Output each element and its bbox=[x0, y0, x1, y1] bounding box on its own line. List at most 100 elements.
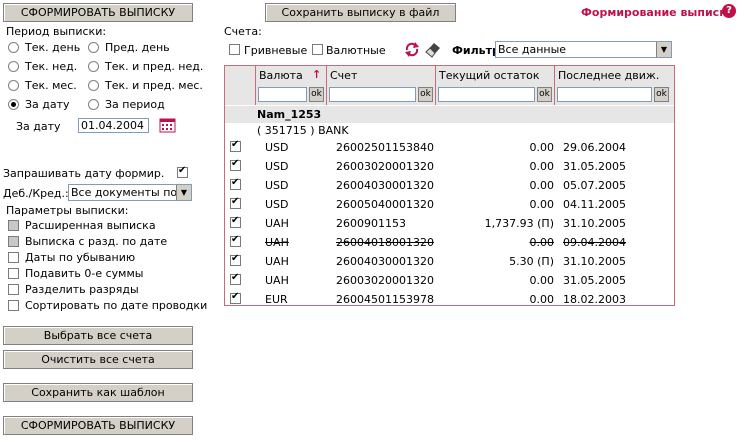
period-option-label: Пред. день bbox=[105, 41, 170, 54]
group-header: Nam_1253 bbox=[225, 106, 674, 123]
period-option-label: Тек. день bbox=[25, 41, 81, 54]
row-checkbox[interactable] bbox=[230, 196, 241, 209]
last-move-filter-ok[interactable]: ok bbox=[654, 87, 669, 102]
table-row[interactable]: UAH 26004018001320 0.00 09.04.2004 bbox=[225, 233, 674, 252]
param-label: Сортировать по дате проводки bbox=[25, 299, 208, 312]
chevron-down-icon: ▼ bbox=[176, 185, 191, 200]
param-checkbox-3[interactable] bbox=[8, 268, 19, 279]
row-account: 26003020001320 bbox=[336, 160, 434, 173]
period-radio-0[interactable] bbox=[8, 42, 19, 53]
row-balance: 0.00 bbox=[529, 160, 555, 173]
row-currency: UAH bbox=[265, 274, 289, 287]
row-currency: UAH bbox=[265, 255, 289, 268]
row-account: 26003020001320 bbox=[336, 274, 434, 287]
row-checkbox[interactable] bbox=[230, 215, 241, 228]
row-balance: 0.00 bbox=[529, 179, 555, 192]
param-checkbox-5[interactable] bbox=[8, 300, 19, 311]
account-filter-ok[interactable]: ok bbox=[418, 87, 433, 102]
debcred-select[interactable]: Все документы по сч ▼ bbox=[68, 184, 192, 201]
row-account: 26002501153840 bbox=[336, 141, 434, 154]
table-row[interactable]: EUR 26004501153978 0.00 18.02.2003 bbox=[225, 290, 674, 309]
period-radio-5[interactable] bbox=[88, 80, 99, 91]
period-radio-1[interactable] bbox=[88, 42, 99, 53]
balance-column-header[interactable]: Текущий остаток ok bbox=[436, 66, 555, 105]
row-checkbox[interactable] bbox=[230, 253, 241, 266]
row-date: 29.06.2004 bbox=[563, 141, 626, 154]
hryvnia-checkbox[interactable] bbox=[229, 44, 240, 55]
page-title: Формирование выписки bbox=[581, 6, 735, 19]
row-currency: USD bbox=[265, 160, 289, 173]
row-currency: UAH bbox=[265, 217, 289, 230]
row-balance: 0.00 bbox=[529, 141, 555, 154]
table-row[interactable]: UAH 2600901153 1,737.93 (П) 31.10.2005 bbox=[225, 214, 674, 233]
filter-label: Фильтр bbox=[452, 44, 500, 57]
ask-date-checkbox[interactable] bbox=[177, 165, 188, 178]
chevron-down-icon: ▼ bbox=[656, 42, 671, 57]
balance-filter-input[interactable] bbox=[438, 87, 535, 102]
period-radio-7[interactable] bbox=[88, 99, 99, 110]
param-label: Выписка с разд. по дате bbox=[25, 235, 168, 248]
row-checkbox[interactable] bbox=[230, 139, 241, 152]
row-account: 2600901153 bbox=[336, 217, 406, 230]
row-date: 09.04.2004 bbox=[563, 236, 626, 249]
save-template-button[interactable]: Сохранить как шаблон bbox=[3, 383, 193, 402]
period-radio-4[interactable] bbox=[8, 80, 19, 91]
group-name: Nam_1253 bbox=[257, 108, 322, 121]
row-checkbox[interactable] bbox=[230, 291, 241, 304]
group-bank: ( 351715 ) BANK bbox=[257, 124, 349, 137]
period-radio-6[interactable] bbox=[8, 99, 19, 110]
row-date: 04.11.2005 bbox=[563, 198, 626, 211]
account-column-header[interactable]: Счет ok bbox=[327, 66, 436, 105]
row-checkbox[interactable] bbox=[230, 272, 241, 285]
row-checkbox[interactable] bbox=[230, 234, 241, 247]
row-currency: UAH bbox=[265, 236, 289, 249]
save-to-file-button[interactable]: Сохранить выписку в файл bbox=[265, 3, 456, 22]
row-account: 26004501153978 bbox=[336, 293, 434, 306]
select-column-header bbox=[225, 66, 256, 105]
table-row[interactable]: USD 26002501153840 0.00 29.06.2004 bbox=[225, 138, 674, 157]
table-row[interactable]: UAH 26004030001320 5.30 (П) 31.10.2005 bbox=[225, 252, 674, 271]
table-row[interactable]: USD 26003020001320 0.00 31.05.2005 bbox=[225, 157, 674, 176]
row-checkbox[interactable] bbox=[230, 177, 241, 190]
currency-filter-ok[interactable]: ok bbox=[309, 87, 324, 102]
help-icon[interactable]: ? bbox=[722, 4, 736, 18]
form-statement-button-bottom[interactable]: СФОРМИРОВАТЬ ВЫПИСКУ bbox=[3, 416, 193, 435]
date-label: За дату bbox=[16, 120, 61, 133]
last-move-filter-input[interactable] bbox=[557, 87, 652, 102]
row-account: 26004018001320 bbox=[336, 236, 434, 249]
form-statement-button-top[interactable]: СФОРМИРОВАТЬ ВЫПИСКУ bbox=[3, 3, 193, 22]
last-move-column-header[interactable]: Последнее движ. ok bbox=[555, 66, 674, 105]
param-checkbox-1[interactable] bbox=[8, 236, 19, 247]
table-row[interactable]: USD 26004030001320 0.00 05.07.2005 bbox=[225, 176, 674, 195]
calendar-icon[interactable] bbox=[159, 117, 176, 133]
currency-filter-input[interactable] bbox=[258, 87, 307, 102]
row-currency: EUR bbox=[265, 293, 288, 306]
sort-arrow-icon[interactable]: ↑ bbox=[312, 68, 321, 81]
param-label: Подавить 0-е суммы bbox=[25, 267, 144, 280]
period-radio-3[interactable] bbox=[88, 61, 99, 72]
table-row[interactable]: USD 26005040001320 0.00 04.11.2005 bbox=[225, 195, 674, 214]
account-filter-input[interactable] bbox=[329, 87, 416, 102]
balance-filter-ok[interactable]: ok bbox=[537, 87, 552, 102]
refresh-icon[interactable] bbox=[403, 40, 421, 58]
currency-column-header[interactable]: Валюта ↑ ok bbox=[256, 66, 327, 105]
row-date: 31.10.2005 bbox=[563, 217, 626, 230]
period-radio-2[interactable] bbox=[8, 61, 19, 72]
period-option-label: Тек. и пред. мес. bbox=[105, 79, 203, 92]
row-checkbox[interactable] bbox=[230, 158, 241, 171]
select-all-button[interactable]: Выбрать все счета bbox=[3, 326, 193, 345]
param-checkbox-2[interactable] bbox=[8, 252, 19, 263]
date-input[interactable]: 01.04.2004 bbox=[78, 118, 149, 133]
row-account: 26004030001320 bbox=[336, 255, 434, 268]
balance-column-title: Текущий остаток bbox=[439, 69, 540, 82]
table-row[interactable]: UAH 26003020001320 0.00 31.05.2005 bbox=[225, 271, 674, 290]
currency-checkbox[interactable] bbox=[312, 44, 323, 55]
param-checkbox-0[interactable] bbox=[8, 220, 19, 231]
filter-select[interactable]: Все данные ▼ bbox=[495, 41, 672, 58]
row-balance: 0.00 bbox=[529, 236, 555, 249]
eraser-icon[interactable] bbox=[424, 40, 442, 58]
period-label: Период выписки: bbox=[6, 25, 107, 38]
params-label: Параметры выписки: bbox=[6, 204, 129, 217]
param-checkbox-4[interactable] bbox=[8, 284, 19, 295]
clear-all-button[interactable]: Очистить все счета bbox=[3, 350, 193, 369]
